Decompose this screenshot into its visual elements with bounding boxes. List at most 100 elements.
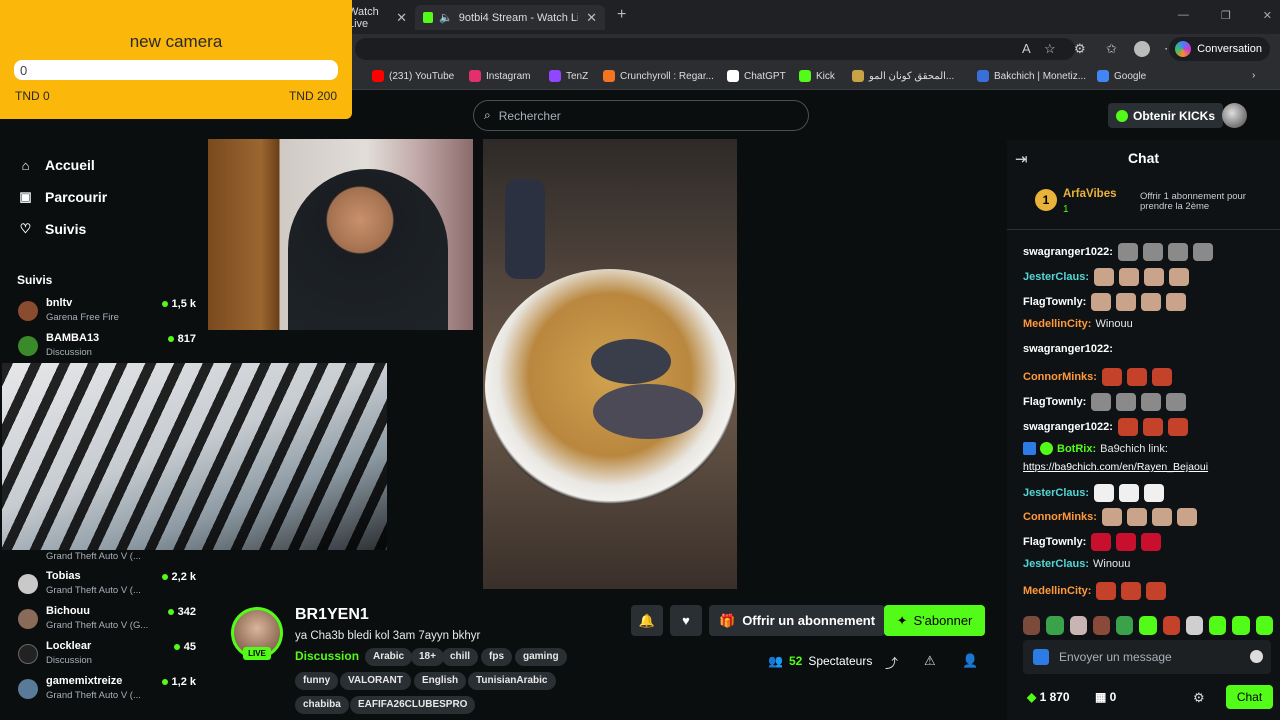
report-icon[interactable]: ⚠ bbox=[924, 653, 936, 669]
url-field[interactable] bbox=[355, 38, 1075, 60]
camera-amount-input[interactable]: 0 bbox=[14, 60, 338, 80]
chat-username[interactable]: swagranger1022: bbox=[1023, 421, 1113, 433]
bookmark-item[interactable]: Kick bbox=[799, 70, 835, 82]
search-input[interactable]: ⌕ Rechercher bbox=[473, 100, 809, 131]
emote-icon[interactable] bbox=[1119, 484, 1140, 502]
chat-username[interactable]: FlagTownly: bbox=[1023, 536, 1086, 548]
conversation-button[interactable]: Conversation bbox=[1169, 37, 1270, 61]
favorites-icon[interactable]: ✩ bbox=[1106, 41, 1117, 57]
botrix-link[interactable]: https://ba9chich.com/en/Rayen_Bejaoui bbox=[1023, 461, 1208, 473]
notification-bell-button[interactable]: 🔔 bbox=[631, 605, 663, 636]
emote-icon[interactable] bbox=[1116, 533, 1137, 551]
tag-chip[interactable]: chill bbox=[442, 648, 479, 666]
following-item[interactable]: gamemixtreize Grand Theft Auto V (... 1,… bbox=[18, 675, 196, 707]
emote-icon[interactable] bbox=[1167, 418, 1188, 436]
emote-icon[interactable] bbox=[1141, 533, 1162, 551]
chat-username[interactable]: JesterClaus: bbox=[1023, 487, 1089, 499]
new-tab-icon[interactable]: + bbox=[617, 6, 626, 24]
emote-icon[interactable] bbox=[1046, 616, 1064, 635]
tag-chip[interactable]: 18+ bbox=[411, 648, 444, 666]
chat-username[interactable]: ConnorMinks: bbox=[1023, 371, 1097, 383]
extensions-icon[interactable]: ⚙ bbox=[1074, 41, 1086, 57]
minimize-icon[interactable]: — bbox=[1178, 9, 1189, 22]
chat-username[interactable]: MedellinCity: bbox=[1023, 585, 1091, 597]
streamer-name[interactable]: BR1YEN1 bbox=[295, 606, 369, 624]
subscribe-button[interactable]: ✦ S'abonner bbox=[884, 605, 985, 636]
emote-icon[interactable] bbox=[1091, 393, 1112, 411]
tag-chip[interactable]: English bbox=[414, 672, 467, 690]
emote-icon[interactable] bbox=[1142, 243, 1163, 261]
emote-icon[interactable] bbox=[1139, 616, 1157, 635]
chat-username[interactable]: BotRix: bbox=[1057, 443, 1096, 455]
bookmark-item[interactable]: (231) YouTube bbox=[372, 70, 454, 82]
emote-icon[interactable] bbox=[1117, 243, 1138, 261]
tag-chip[interactable]: gaming bbox=[515, 648, 567, 666]
read-aloud-icon[interactable]: A bbox=[1022, 41, 1031, 56]
bookmark-item[interactable]: Bakchich | Monetiz... bbox=[977, 70, 1086, 82]
emote-icon[interactable] bbox=[1166, 293, 1187, 311]
kicks-balance[interactable]: ◆ 1 870 bbox=[1027, 690, 1070, 704]
chat-username[interactable]: JesterClaus: bbox=[1023, 271, 1089, 283]
emote-icon[interactable] bbox=[1121, 582, 1142, 600]
browser-tab-active[interactable]: 🔈 9otbi4 Stream - Watch Live or ✕ bbox=[415, 5, 605, 30]
chat-username[interactable]: FlagTownly: bbox=[1023, 396, 1086, 408]
speaker-icon[interactable]: 🔈 bbox=[439, 11, 453, 24]
emote-icon[interactable] bbox=[1116, 293, 1137, 311]
profile-icon[interactable] bbox=[1134, 41, 1150, 57]
emote-icon[interactable] bbox=[1255, 616, 1273, 635]
close-window-icon[interactable]: ✕ bbox=[1263, 9, 1272, 22]
gift-count[interactable]: ▦ 0 bbox=[1095, 690, 1116, 704]
following-item[interactable]: Bichouu Grand Theft Auto V (G... 342 bbox=[18, 605, 196, 637]
chat-username[interactable]: MedellinCity: bbox=[1023, 318, 1091, 330]
emote-icon[interactable] bbox=[1091, 293, 1112, 311]
emote-icon[interactable] bbox=[1091, 533, 1112, 551]
emoji-icon[interactable] bbox=[1250, 650, 1263, 663]
bookmark-item[interactable]: المحقق كونان المو... bbox=[852, 70, 954, 82]
stream-category-link[interactable]: Discussion bbox=[295, 649, 359, 663]
chat-username[interactable]: ConnorMinks: bbox=[1023, 511, 1097, 523]
tag-chip[interactable]: TunisianArabic bbox=[468, 672, 556, 690]
chat-username[interactable]: swagranger1022: bbox=[1023, 246, 1113, 258]
following-item[interactable]: Grand Theft Auto V (... bbox=[18, 548, 196, 564]
emote-icon[interactable] bbox=[1142, 418, 1163, 436]
bookmark-item[interactable]: Crunchyroll : Regar... bbox=[603, 70, 714, 82]
emote-icon[interactable] bbox=[1151, 368, 1172, 386]
emote-icon[interactable] bbox=[1119, 268, 1140, 286]
following-item[interactable]: Tobias Grand Theft Auto V (... 2,2 k bbox=[18, 570, 196, 602]
emote-icon[interactable] bbox=[1232, 616, 1250, 635]
emote-icon[interactable] bbox=[1094, 268, 1115, 286]
tag-chip[interactable]: EAFIFA26CLUBESPRO bbox=[350, 696, 476, 714]
emote-icon[interactable] bbox=[1166, 393, 1187, 411]
sidebar-item-browse[interactable]: ▣ Parcourir bbox=[18, 189, 107, 205]
gift-subscription-button[interactable]: 🎁 Offrir un abonnement bbox=[709, 605, 886, 636]
sidebar-item-following[interactable]: ♡ Suivis bbox=[18, 221, 87, 237]
chat-username[interactable]: JesterClaus: bbox=[1023, 558, 1089, 570]
emote-icon[interactable] bbox=[1096, 582, 1117, 600]
following-item[interactable]: Locklear Discussion 45 bbox=[18, 640, 196, 672]
favorite-star-icon[interactable]: ☆ bbox=[1044, 41, 1056, 57]
emote-icon[interactable] bbox=[1126, 508, 1147, 526]
get-kicks-button[interactable]: Obtenir KICKs bbox=[1108, 103, 1224, 128]
emote-icon[interactable] bbox=[1167, 243, 1188, 261]
settings-gear-icon[interactable]: ⚙ bbox=[1193, 690, 1205, 706]
emote-icon[interactable] bbox=[1117, 418, 1138, 436]
emote-icon[interactable] bbox=[1151, 508, 1172, 526]
bookmark-item[interactable]: Google bbox=[1097, 70, 1146, 82]
tag-chip[interactable]: fps bbox=[481, 648, 512, 666]
chat-username[interactable]: FlagTownly: bbox=[1023, 296, 1086, 308]
emote-icon[interactable] bbox=[1094, 484, 1115, 502]
tag-chip[interactable]: funny bbox=[295, 672, 339, 690]
follow-heart-button[interactable]: ♥ bbox=[670, 605, 702, 636]
emote-icon[interactable] bbox=[1144, 268, 1165, 286]
following-item[interactable]: bnltv Garena Free Fire 1,5 k bbox=[18, 297, 196, 329]
emote-icon[interactable] bbox=[1162, 616, 1180, 635]
emote-icon[interactable] bbox=[1192, 243, 1213, 261]
emote-icon[interactable] bbox=[1176, 508, 1197, 526]
bookmark-item[interactable]: TenZ bbox=[549, 70, 588, 82]
emote-icon[interactable] bbox=[1023, 616, 1041, 635]
emote-icon[interactable] bbox=[1101, 508, 1122, 526]
emote-icon[interactable] bbox=[1069, 616, 1087, 635]
emote-icon[interactable] bbox=[1126, 368, 1147, 386]
following-item[interactable]: BAMBA13 Discussion 817 bbox=[18, 332, 196, 364]
emote-icon[interactable] bbox=[1141, 293, 1162, 311]
